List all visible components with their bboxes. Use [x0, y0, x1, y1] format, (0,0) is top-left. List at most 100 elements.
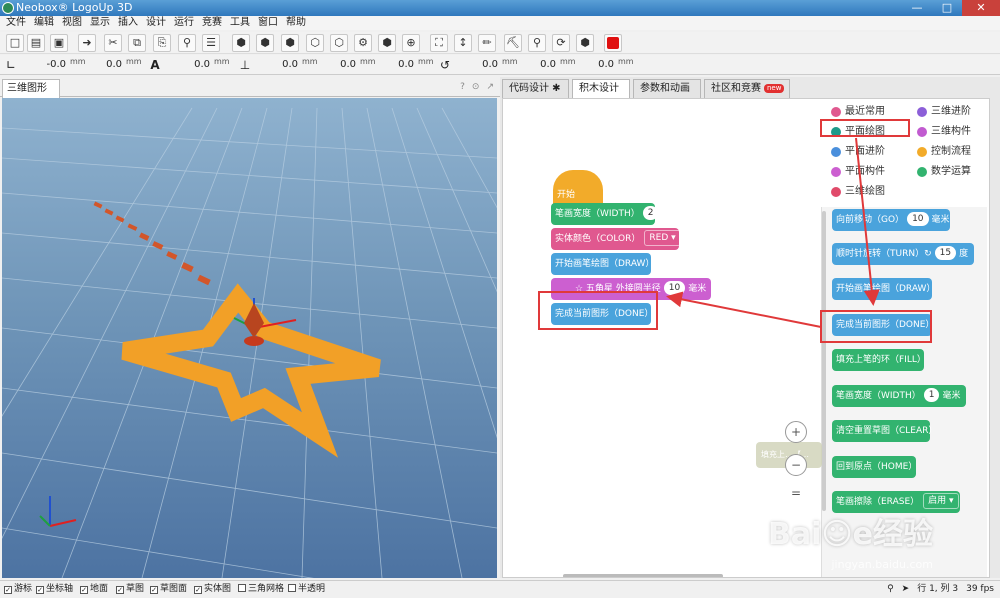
block-workspace[interactable]: 开始 笔画宽度（WIDTH） 2 毫米 实体颜色（COLOR） RED ▾ 开始画笔绘… — [502, 98, 990, 578]
export-icon: ➜ — [82, 36, 92, 49]
fit-view-button[interactable]: ⛶ — [430, 34, 448, 52]
help-icon[interactable]: ? — [460, 82, 465, 92]
new-icon: □ — [9, 36, 21, 49]
rotate-cube-button[interactable]: ⟳ — [552, 34, 570, 52]
tab-block-design[interactable]: 积木设计 — [572, 79, 630, 98]
menu-display[interactable]: 显示 — [86, 16, 114, 30]
cube-button-3[interactable]: ⬢ — [281, 34, 299, 52]
location-icon: ⚲ — [887, 584, 894, 594]
toggle-mesh[interactable]: 三角网格 — [238, 581, 284, 598]
toggle-solid[interactable]: ✓ 实体图 — [194, 581, 231, 598]
tab-code-design[interactable]: 代码设计 ✱ — [502, 79, 569, 98]
rotation-icon: ↺ — [439, 58, 451, 72]
zoom-in-button[interactable]: + — [785, 421, 807, 443]
pen-button[interactable]: ✏ — [478, 34, 496, 52]
menu-design[interactable]: 设计 — [142, 16, 170, 30]
menu-insert[interactable]: 插入 — [114, 16, 142, 30]
menu-file[interactable]: 文件 — [2, 16, 30, 30]
rot-z-value[interactable]: 0.0 — [574, 59, 614, 70]
export-button[interactable]: ➜ — [78, 34, 96, 52]
stop-button[interactable] — [604, 34, 622, 52]
list-button[interactable]: ☰ — [202, 34, 220, 52]
axis-button[interactable]: ⊕ — [402, 34, 420, 52]
cube-button-4[interactable]: ⬡ — [306, 34, 324, 52]
cut-button[interactable]: ✂ — [104, 34, 122, 52]
tab-community[interactable]: 社区和竞赛 new — [704, 79, 790, 98]
search-button[interactable]: ⚲ — [178, 34, 196, 52]
menu-view[interactable]: 视图 — [58, 16, 86, 30]
rot-y-value[interactable]: 0.0 — [516, 59, 556, 70]
bottle-button[interactable]: ↕ — [454, 34, 472, 52]
pos-z-value[interactable]: 0.0 — [374, 59, 414, 70]
checkbox-checked-icon: ✓ — [116, 586, 124, 594]
toggle-sketch-face[interactable]: ✓ 草图面 — [150, 581, 187, 598]
origin-y-value[interactable]: 0.0 — [82, 59, 122, 70]
menu-help[interactable]: 帮助 — [282, 16, 310, 30]
paste-button[interactable]: ⎘ — [153, 34, 171, 52]
open-icon: ▤ — [30, 36, 42, 49]
tab-3d-view[interactable]: 三维图形 — [2, 79, 60, 98]
arrow-flyout-to-workspace — [666, 291, 822, 328]
fps-readout: 39 fps — [966, 584, 994, 594]
origin-x-value[interactable]: -0.0 — [26, 59, 66, 70]
menu-window[interactable]: 窗口 — [254, 16, 282, 30]
toggle-axes[interactable]: ✓ 坐标轴 — [36, 581, 73, 598]
rotation-coords: ↺ 0.0 mm 0.0 mm 0.0 mm — [438, 56, 638, 74]
pos-x-value[interactable]: 0.0 — [258, 59, 298, 70]
settings-button[interactable]: ⚙ — [354, 34, 372, 52]
pos-z-unit: mm — [418, 57, 434, 66]
pin-button[interactable]: ⚲ — [528, 34, 546, 52]
toggle-label: 草图 — [126, 584, 145, 594]
open-file-button[interactable]: ▤ — [27, 34, 45, 52]
checkbox-unchecked-icon — [238, 584, 246, 592]
copy-button[interactable]: ⧉ — [128, 34, 146, 52]
status-bar: ✓ 游标 ✓ 坐标轴 ✓ 地面 ✓ 草图 ✓ 草图面 ✓ 实体图 三角网格 半透明 ⚲ ➤ … — [0, 580, 1000, 598]
close-button[interactable]: ✕ — [962, 0, 1000, 16]
cube-button-6[interactable]: ⬢ — [378, 34, 396, 52]
cursor-position: 行 1, 列 3 — [917, 584, 959, 594]
rot-x-value[interactable]: 0.0 — [458, 59, 498, 70]
block-editor-pane: 代码设计 ✱ 积木设计 参数和动画 社区和竞赛 new 开始 笔画宽度（WIDTH… — [500, 77, 1000, 578]
toolbar: □ ▤ ▣ ➜ ✂ ⧉ ⎘ ⚲ ☰ ⬢ ⬢ ⬢ ⬡ ⬡ ⚙ ⬢ ⊕ ⛶ ↕ ✏ … — [0, 32, 1000, 54]
maximize-button[interactable]: □ — [932, 0, 962, 16]
toggle-sketch[interactable]: ✓ 草图 — [116, 581, 144, 598]
menu-contest[interactable]: 竞赛 — [198, 16, 226, 30]
pen-trail — [93, 201, 211, 286]
popout-icon[interactable]: ↗ — [486, 82, 494, 92]
paint-button[interactable]: ⛏ — [504, 34, 522, 52]
cube-button-1[interactable]: ⬢ — [232, 34, 250, 52]
toggle-cursor[interactable]: ✓ 游标 — [4, 581, 32, 598]
3d-viewport[interactable] — [2, 98, 497, 578]
text-size-coords: A 0.0 mm — [148, 56, 238, 74]
box-icon: ⬢ — [580, 36, 590, 49]
origin-y-unit: mm — [126, 57, 142, 66]
menu-tools[interactable]: 工具 — [226, 16, 254, 30]
text-size-value[interactable]: 0.0 — [170, 59, 210, 70]
menu-bar: 文件 编辑 视图 显示 插入 设计 运行 竞赛 工具 窗口 帮助 — [0, 16, 1000, 30]
save-button[interactable]: ▣ — [50, 34, 68, 52]
new-badge: new — [764, 84, 785, 93]
zoom-out-button[interactable]: − — [785, 454, 807, 476]
cube-button-5[interactable]: ⬡ — [330, 34, 348, 52]
zoom-reset-button[interactable]: = — [785, 483, 807, 505]
new-file-button[interactable]: □ — [6, 34, 24, 52]
menu-run[interactable]: 运行 — [170, 16, 198, 30]
box-button[interactable]: ⬢ — [576, 34, 594, 52]
left-tab-strip: 三维图形 ? ⊙ ↗ — [0, 77, 500, 98]
target-icon[interactable]: ⊙ — [472, 82, 480, 92]
pos-y-value[interactable]: 0.0 — [316, 59, 356, 70]
title-bar: Neobox® LogoUp 3D — □ ✕ — [0, 0, 1000, 16]
toggle-ground[interactable]: ✓ 地面 — [80, 581, 108, 598]
minimize-button[interactable]: — — [902, 0, 932, 16]
tab-params-animation[interactable]: 参数和动画 — [633, 79, 701, 98]
cube-button-2[interactable]: ⬢ — [256, 34, 274, 52]
xyz-axis-icon: ⊥ — [239, 58, 251, 72]
baidu-watermark: Bai☺e经验 — [767, 517, 933, 552]
checkbox-checked-icon: ✓ — [194, 586, 202, 594]
toggle-label: 坐标轴 — [46, 584, 74, 594]
toggle-label: 半透明 — [298, 584, 326, 594]
workspace-h-scrollbar[interactable] — [563, 574, 723, 577]
toggle-transparent[interactable]: 半透明 — [288, 581, 325, 598]
menu-edit[interactable]: 编辑 — [30, 16, 58, 30]
cut-icon: ✂ — [108, 36, 118, 49]
